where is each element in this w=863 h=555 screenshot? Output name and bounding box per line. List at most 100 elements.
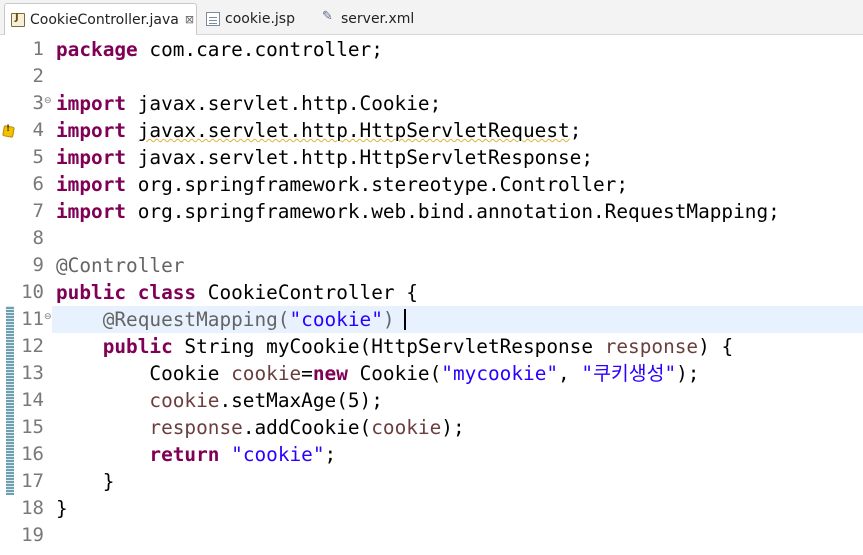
code-token: response bbox=[604, 335, 699, 358]
code-token: class bbox=[137, 281, 197, 304]
code-token: @Controller bbox=[56, 254, 185, 277]
line-number: 8 bbox=[32, 227, 44, 249]
code-line[interactable]: public class CookieController { bbox=[56, 279, 418, 306]
tab-cookiecontroller-java[interactable]: CookieController.java ⊠ bbox=[4, 3, 197, 35]
tab-label: CookieController.java bbox=[30, 11, 179, 28]
code-token: javax.servlet.http.HttpServletResponse; bbox=[126, 146, 594, 169]
code-token: import bbox=[56, 119, 127, 142]
code-token: "cookie" bbox=[231, 443, 325, 466]
code-token: "cookie" bbox=[289, 308, 383, 331]
code-token: , bbox=[558, 362, 582, 385]
line-number: 11 bbox=[21, 308, 44, 330]
code-line[interactable]: import javax.servlet.http.HttpServletRes… bbox=[56, 144, 593, 171]
code-token: Cookie( bbox=[347, 362, 442, 385]
code-token: import bbox=[56, 200, 127, 223]
line-number: 12 bbox=[21, 335, 44, 357]
code-line[interactable]: package com.care.controller; bbox=[56, 36, 383, 63]
line-number: 1 bbox=[32, 38, 44, 60]
code-line[interactable]: public String myCookie(HttpServletRespon… bbox=[56, 333, 733, 360]
line-number: 3 bbox=[32, 92, 44, 114]
text-cursor bbox=[403, 309, 406, 330]
code-line[interactable]: cookie.setMaxAge(5); bbox=[56, 387, 383, 414]
line-number: 19 bbox=[21, 524, 44, 546]
code-line[interactable]: @RequestMapping("cookie") bbox=[56, 306, 406, 333]
code-token: ); bbox=[676, 362, 700, 385]
code-token: ; bbox=[324, 443, 337, 466]
line-number: 13 bbox=[21, 362, 44, 384]
code-token: @RequestMapping( bbox=[56, 308, 290, 331]
code-line[interactable]: @Controller bbox=[56, 252, 184, 279]
code-token: .addCookie( bbox=[242, 416, 372, 439]
code-line[interactable]: import org.springframework.stereotype.Co… bbox=[56, 171, 628, 198]
fold-collapse-icon[interactable]: ⊖ bbox=[44, 96, 52, 106]
code-line[interactable]: Cookie cookie=new Cookie("mycookie", "쿠키… bbox=[56, 360, 699, 387]
editor-tab-bar: CookieController.java ⊠ cookie.jsp serve… bbox=[0, 0, 863, 35]
tab-label: cookie.jsp bbox=[225, 11, 295, 27]
code-token: ; bbox=[569, 119, 582, 142]
code-line[interactable]: import javax.servlet.http.Cookie; bbox=[56, 90, 441, 117]
code-token: Cookie bbox=[56, 362, 232, 385]
code-token: import bbox=[56, 146, 127, 169]
line-number: 17 bbox=[21, 470, 44, 492]
jsp-file-icon bbox=[206, 12, 220, 26]
code-token: new bbox=[312, 362, 348, 385]
code-line[interactable]: import org.springframework.web.bind.anno… bbox=[56, 198, 780, 225]
code-line[interactable]: return "cookie"; bbox=[56, 441, 336, 468]
tab-label: server.xml bbox=[341, 11, 415, 27]
line-number: 2 bbox=[32, 65, 44, 87]
code-token: "mycookie" bbox=[441, 362, 559, 385]
code-token: String myCookie(HttpServletResponse bbox=[172, 335, 605, 358]
xml-file-icon bbox=[322, 9, 336, 26]
code-token: package bbox=[56, 38, 138, 61]
close-tab-icon[interactable]: ⊠ bbox=[185, 13, 194, 26]
code-line[interactable]: } bbox=[56, 468, 115, 495]
code-token: import bbox=[56, 173, 127, 196]
line-number: 15 bbox=[21, 416, 44, 438]
code-token: response bbox=[149, 416, 243, 439]
code-token: cookie bbox=[371, 416, 442, 439]
code-token: javax.servlet.http.HttpServletRequest bbox=[137, 119, 570, 142]
code-token: "쿠키생성" bbox=[581, 362, 677, 385]
code-token: ) bbox=[382, 308, 395, 331]
code-token: com.care.controller; bbox=[137, 38, 383, 61]
code-token: } bbox=[56, 470, 115, 493]
code-token: .setMaxAge(5); bbox=[219, 389, 383, 412]
line-number: 18 bbox=[21, 497, 44, 519]
line-number: 14 bbox=[21, 389, 44, 411]
code-line[interactable]: } bbox=[56, 495, 68, 522]
code-token: return bbox=[149, 443, 220, 466]
code-token: import bbox=[56, 92, 127, 115]
code-token: cookie bbox=[149, 389, 220, 412]
line-number: 4 bbox=[32, 119, 44, 141]
code-token: org.springframework.web.bind.annotation.… bbox=[126, 200, 780, 223]
line-number: 6 bbox=[32, 173, 44, 195]
code-token: cookie bbox=[231, 362, 302, 385]
code-token: = bbox=[301, 362, 313, 385]
code-line[interactable]: response.addCookie(cookie); bbox=[56, 414, 464, 441]
code-line[interactable]: import javax.servlet.http.HttpServletReq… bbox=[56, 117, 581, 144]
code-editor[interactable]: 12345678910111213141516171819 ⊖ ⊖ packag… bbox=[0, 35, 863, 555]
code-token: } bbox=[56, 497, 68, 520]
line-number: 7 bbox=[32, 200, 44, 222]
code-token: public bbox=[102, 335, 173, 358]
tab-cookie-jsp[interactable]: cookie.jsp bbox=[200, 3, 310, 35]
java-file-icon bbox=[11, 12, 25, 27]
code-token: CookieController { bbox=[196, 281, 418, 304]
line-number: 9 bbox=[32, 254, 44, 276]
line-number: 5 bbox=[32, 146, 44, 168]
tab-server-xml[interactable]: server.xml bbox=[316, 3, 426, 35]
code-token: javax.servlet.http.Cookie; bbox=[126, 92, 442, 115]
code-token: public bbox=[56, 281, 127, 304]
code-token: org.springframework.stereotype.Controlle… bbox=[126, 173, 629, 196]
line-number: 16 bbox=[21, 443, 44, 465]
fold-collapse-icon[interactable]: ⊖ bbox=[44, 312, 52, 322]
line-number: 10 bbox=[21, 281, 44, 303]
code-token: ) { bbox=[698, 335, 734, 358]
change-ruler bbox=[6, 306, 14, 495]
